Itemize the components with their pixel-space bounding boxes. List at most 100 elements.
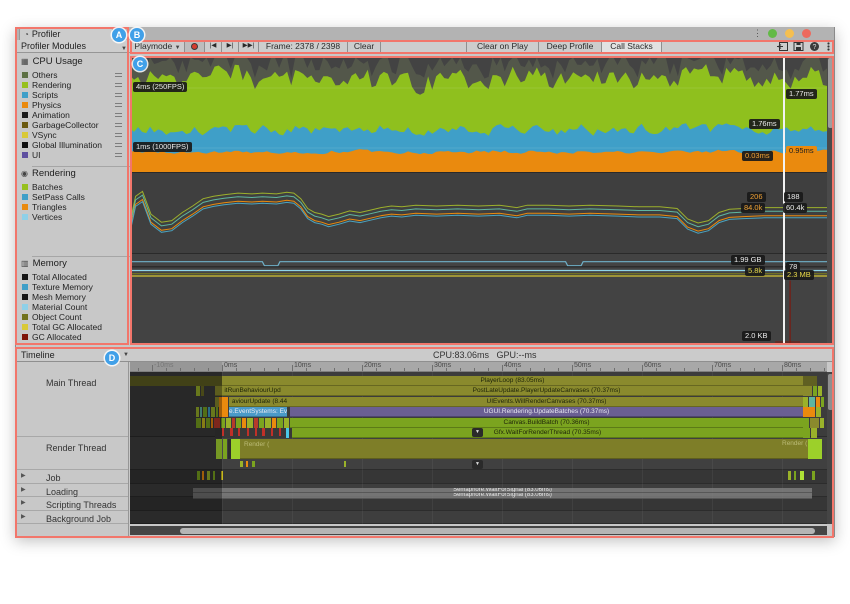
drag-handle-icon[interactable] [115,83,122,84]
legend-label: Vertices [32,212,62,222]
ruler-tick [404,368,405,371]
drag-handle-icon[interactable] [115,103,122,104]
tab-profiler-label: Profiler [32,29,61,39]
chevron-down-icon[interactable]: ▼ [123,352,129,358]
thread-row-background-job[interactable]: ▶Background Job [16,511,128,524]
chart-scrollbar-thumb[interactable] [828,58,833,128]
profiler-gauge-icon: ◔ [24,30,29,39]
thread-track-band [130,511,827,524]
legend-item-total-gc-allocated[interactable]: Total GC Allocated [16,322,128,332]
profiler-modules-dropdown[interactable]: Profiler Modules ▼ [16,40,129,53]
timeline-bar-playerloop-83-05ms-[interactable]: PlayerLoop (83.05ms) [222,376,803,386]
timeline-segment [232,418,235,428]
timeline-bar-gfx-waitforrenderthread-70-35ms-[interactable]: Gfx.WaitForRenderThread (70.35ms) [292,428,803,438]
expand-arrow-icon[interactable]: ▶ [21,486,26,493]
timeline-segment [821,397,824,407]
window-menu-icon[interactable]: ⋮ [753,28,762,39]
legend-item-scripts[interactable]: Scripts [16,90,128,100]
next-frame-button[interactable]: ▶| [222,40,239,52]
drag-handle-icon[interactable] [115,93,122,94]
drag-handle-icon[interactable] [115,73,122,74]
cpu-usage-chart[interactable] [130,56,827,172]
legend-item-triangles[interactable]: Triangles [16,202,128,212]
legend-item-mesh-memory[interactable]: Mesh Memory [16,292,128,302]
legend-item-physics[interactable]: Physics [16,100,128,110]
traffic-light-red[interactable] [802,29,811,38]
thread-row-job[interactable]: ▶Job [16,470,128,484]
flow-marker-icon[interactable]: ▼ [472,428,483,437]
thread-row-scripting-threads[interactable]: ▶Scripting Threads [16,497,128,511]
ruler-label-40ms: 40ms [504,362,521,369]
legend-item-setpass-calls[interactable]: SetPass Calls [16,192,128,202]
save-profile-icon[interactable] [792,41,805,52]
legend-item-others[interactable]: Others [16,70,128,80]
legend-item-ui[interactable]: UI [16,150,128,160]
legend-item-batches[interactable]: Batches [16,182,128,192]
ruler-label--10ms: -10ms [154,362,173,369]
timeline-hscrollbar-thumb[interactable] [180,528,815,534]
legend-item-vsync[interactable]: VSync [16,130,128,140]
legend-item-vertices[interactable]: Vertices [16,212,128,222]
timeline-bar-postlateupdate-playerupdatecanvases-70-37ms-[interactable]: PostLateUpdate.PlayerUpdateCanvases (70.… [290,386,803,396]
timeline-bar-semaphore-waitforsignal[interactable]: Semaphore.WaitForSignal (83.06ms) [193,493,812,499]
drag-handle-icon[interactable] [115,123,122,124]
rendering-chart[interactable] [130,172,827,253]
expand-arrow-icon[interactable]: ▶ [21,499,26,506]
legend-item-animation[interactable]: Animation [16,110,128,120]
timeline-vscrollbar-thumb[interactable] [828,374,833,410]
legend-item-object-count[interactable]: Object Count [16,312,128,322]
deep-profile-button[interactable]: Deep Profile [539,40,602,52]
flow-marker-icon[interactable]: ▼ [472,460,483,469]
clear-on-play-button[interactable]: Clear on Play [466,40,539,52]
kebab-menu-icon[interactable] [824,41,833,52]
tab-profiler[interactable]: ◔Profiler [19,27,113,40]
expand-arrow-icon[interactable]: ▶ [21,472,26,479]
module-header-memory[interactable]: ▥Memory [16,258,128,270]
drag-handle-icon[interactable] [115,133,122,134]
timeline-segment [231,439,240,459]
current-frame-button[interactable]: ▶▶| [239,40,259,52]
module-header-rendering[interactable]: ◉Rendering [16,168,128,180]
memory-chart[interactable] [130,253,827,345]
timeline-segment [247,428,249,436]
timeline-tracks[interactable]: Render (Render (PlayerLoop (83.05ms)Post… [130,372,827,524]
load-profile-icon[interactable] [776,41,789,52]
timeline-segment [277,418,283,428]
legend-item-global-illumination[interactable]: Global Illumination [16,140,128,150]
ruler-tick [418,368,419,371]
record-button[interactable] [185,40,205,52]
prev-frame-button[interactable]: |◀ [205,40,222,52]
timeline-bar-itrunbehaviourupd[interactable]: itRunBehaviourUpd [215,386,290,396]
timeline-segment [238,428,240,436]
thread-list: Main ThreadRender Thread▶Job▶Loading▶Scr… [16,362,129,537]
help-icon[interactable]: ? [808,41,821,52]
timeline-bar-ugui-rendering-updatebatches-70-37ms-[interactable]: UGUI.Rendering.UpdateBatches (70.37ms) [290,407,803,417]
legend-item-material-count[interactable]: Material Count [16,302,128,312]
timeline-bar-aviourupdate-8-44[interactable]: aviourUpdate (8.44 [229,397,290,407]
drag-handle-icon[interactable] [115,113,122,114]
section-divider [32,256,144,257]
traffic-light-yellow[interactable] [785,29,794,38]
module-header-cpu-usage[interactable]: ▦CPU Usage [16,56,128,68]
timeline-bar-e-eventsystems-ev[interactable]: e.EventSystems: Ev [229,407,287,417]
drag-handle-icon[interactable] [115,143,122,144]
timeline-segment [247,418,253,428]
call-stacks-button[interactable]: Call Stacks [602,40,662,52]
thread-row-loading[interactable]: ▶Loading [16,484,128,497]
drag-handle-icon[interactable] [115,153,122,154]
legend-item-rendering[interactable]: Rendering [16,80,128,90]
timeline-bar-render[interactable]: Render ( [240,439,808,459]
screenshot-stage: ◔Profiler ⋮ Profiler Modules ▼ Playmode … [0,0,850,604]
legend-item-total-allocated[interactable]: Total Allocated [16,272,128,282]
traffic-light-green[interactable] [768,29,777,38]
clear-button[interactable]: Clear [348,40,381,52]
legend-item-texture-memory[interactable]: Texture Memory [16,282,128,292]
legend-item-gc-allocated[interactable]: GC Allocated [16,332,128,342]
value-chip-4ms-250fps-: 4ms (250FPS) [133,82,187,92]
legend-label: Global Illumination [32,140,102,150]
timeline-view-dropdown[interactable]: Timeline [21,350,55,360]
expand-arrow-icon[interactable]: ▶ [21,513,26,520]
timeline-bar-canvas-buildbatch-70-36ms-[interactable]: Canvas.BuildBatch (70.36ms) [290,418,803,428]
legend-item-garbagecollector[interactable]: GarbageCollector [16,120,128,130]
timeline-bar-uievents-willrendercanvases-70-37ms-[interactable]: UIEvents.WillRenderCanvases (70.37ms) [290,397,803,407]
